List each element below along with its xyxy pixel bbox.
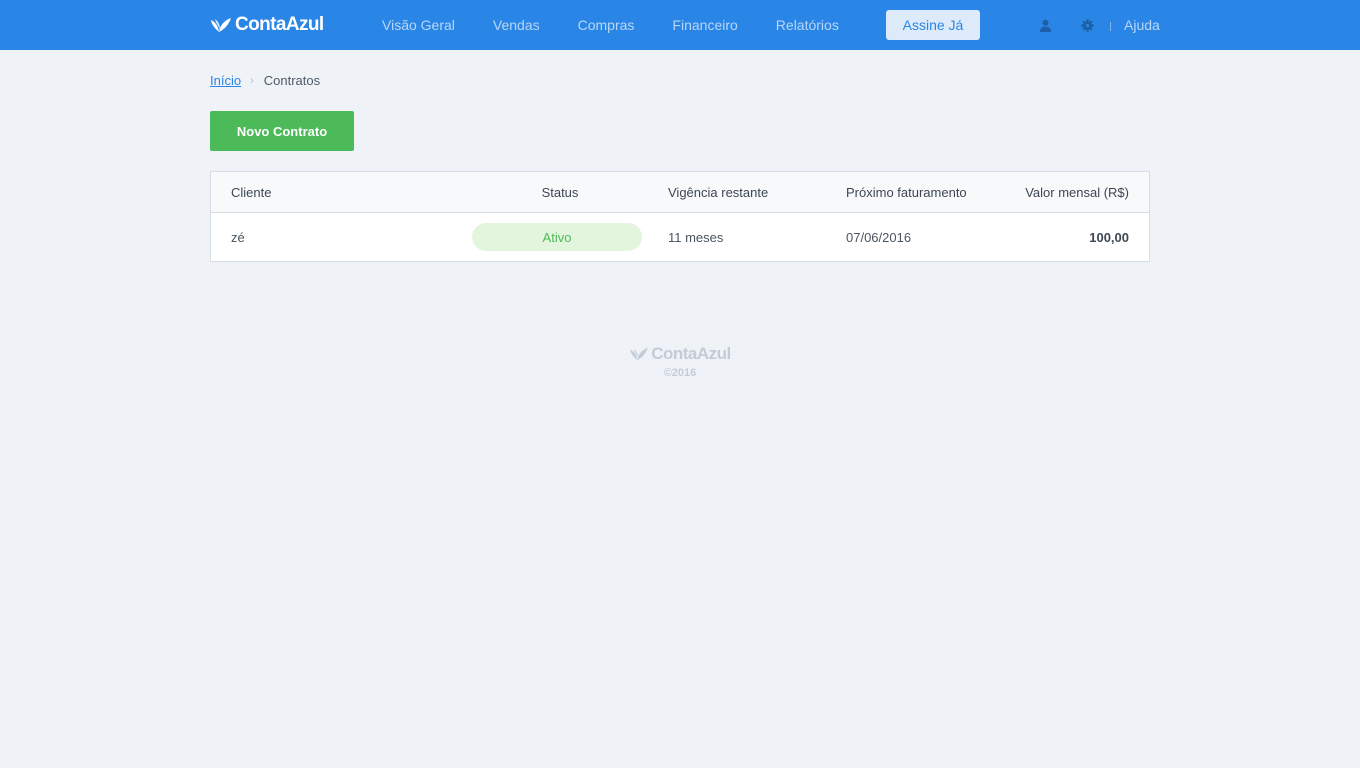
breadcrumb-current: Contratos <box>263 73 321 88</box>
column-header-next-billing[interactable]: Próximo faturamento <box>846 172 967 212</box>
footer: ContaAzul ©2016 <box>0 344 1360 379</box>
leaf-logo-icon <box>630 347 648 361</box>
breadcrumb: Início › Contratos <box>210 73 320 88</box>
new-contract-button[interactable]: Novo Contrato <box>210 111 354 151</box>
contracts-table: Cliente Status Vigência restante Próximo… <box>210 171 1150 262</box>
leaf-logo-icon <box>211 18 231 32</box>
help-link[interactable]: Ajuda <box>1124 17 1160 33</box>
contaazul-logo[interactable]: ContaAzul <box>210 13 324 37</box>
nav-item-compras[interactable]: Compras <box>578 17 635 33</box>
footer-copyright: ©2016 <box>663 367 697 379</box>
gear-icon <box>1080 18 1094 32</box>
cell-status: Ativo <box>472 213 642 261</box>
nav-item-relatorios[interactable]: Relatórios <box>776 17 839 33</box>
subscribe-button[interactable]: Assine Já <box>886 10 980 40</box>
footer-logo-text: ContaAzul <box>651 344 731 363</box>
user-icon <box>1039 19 1051 32</box>
breadcrumb-home-link[interactable]: Início <box>210 73 241 88</box>
nav-item-vendas[interactable]: Vendas <box>493 17 540 33</box>
table-header: Cliente Status Vigência restante Próximo… <box>211 172 1149 213</box>
column-header-client[interactable]: Cliente <box>231 172 271 212</box>
cell-monthly-value: 100,00 <box>1089 229 1129 245</box>
column-header-term[interactable]: Vigência restante <box>668 172 768 212</box>
nav-item-financeiro[interactable]: Financeiro <box>672 17 737 33</box>
settings-button[interactable] <box>1079 17 1095 33</box>
cell-client: zé <box>231 229 245 245</box>
footer-logo: ContaAzul <box>629 344 731 364</box>
status-badge: Ativo <box>472 223 642 251</box>
user-menu-button[interactable] <box>1037 17 1053 33</box>
breadcrumb-separator-icon: › <box>250 74 254 87</box>
column-header-status[interactable]: Status <box>472 172 648 212</box>
table-row[interactable]: zé Ativo 11 meses 07/06/2016 100,00 <box>211 213 1149 261</box>
top-navigation-bar: ContaAzul Visão Geral Vendas Compras Fin… <box>0 0 1360 50</box>
cell-term: 11 meses <box>668 229 724 245</box>
column-header-monthly-value[interactable]: Valor mensal (R$) <box>1025 172 1129 212</box>
nav-item-visao-geral[interactable]: Visão Geral <box>382 17 455 33</box>
nav-divider <box>1110 22 1111 31</box>
cell-next-billing: 07/06/2016 <box>846 229 912 245</box>
logo-text: ContaAzul <box>235 14 324 35</box>
main-nav: Visão Geral Vendas Compras Financeiro Re… <box>382 0 877 50</box>
